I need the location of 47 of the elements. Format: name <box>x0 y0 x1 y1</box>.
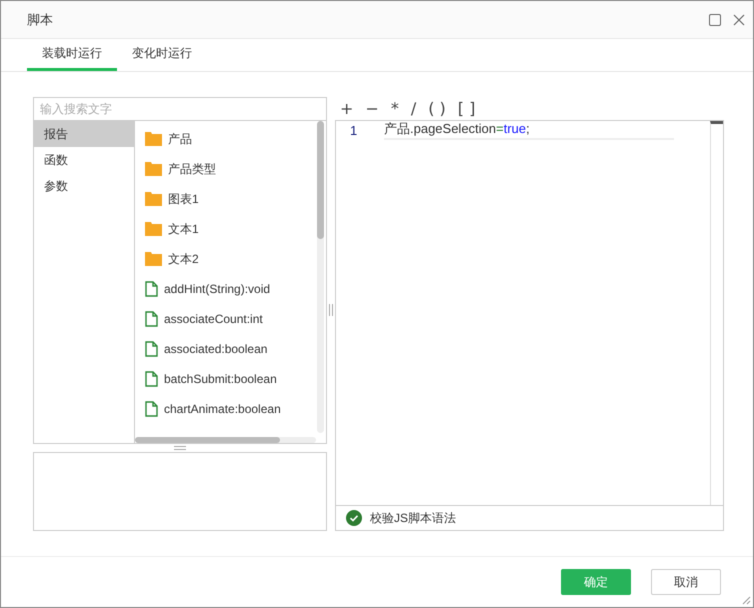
file-icon <box>145 281 158 297</box>
operator-button[interactable]: − <box>360 99 384 118</box>
splitter-handle[interactable] <box>329 304 333 316</box>
tab[interactable]: 装载时运行 <box>27 39 117 71</box>
check-icon[interactable] <box>346 510 362 526</box>
folder-icon <box>145 252 162 266</box>
vertical-scrollbar[interactable] <box>710 121 723 505</box>
member-item[interactable]: 文本2 <box>168 250 199 268</box>
folder-icon <box>145 132 162 146</box>
resize-grip-icon[interactable] <box>741 595 751 605</box>
cancel-button[interactable]: 取消 <box>651 569 721 595</box>
category-item[interactable]: 参数 <box>34 173 134 199</box>
member-item[interactable]: 文本1 <box>168 220 199 238</box>
operator-button[interactable]: [ ] <box>452 99 480 118</box>
code-editor[interactable]: 1 产品.pageSelection=true; 校验JS脚本语法 <box>335 120 724 531</box>
member-item[interactable]: 产品 <box>168 130 192 148</box>
folder-icon <box>145 222 162 236</box>
member-item[interactable]: associated:boolean <box>164 342 268 356</box>
horizontal-scrollbar[interactable] <box>135 437 316 443</box>
line-number: 1 <box>349 122 358 138</box>
file-icon <box>145 371 158 387</box>
member-item[interactable]: 图表1 <box>168 190 199 208</box>
tab[interactable]: 变化时运行 <box>117 39 207 71</box>
vertical-scrollbar[interactable] <box>317 121 324 433</box>
member-item[interactable]: addHint(String):void <box>164 282 270 296</box>
file-icon <box>145 401 158 417</box>
operator-button[interactable]: ( ) <box>423 99 451 118</box>
description-box[interactable] <box>33 452 327 531</box>
operator-button[interactable]: + <box>335 99 358 118</box>
operator-button[interactable]: / <box>406 99 422 118</box>
operator-button[interactable]: * <box>386 99 404 118</box>
validate-label: 校验JS脚本语法 <box>370 510 456 526</box>
folder-icon <box>145 162 162 176</box>
window-title: 脚本 <box>27 10 53 28</box>
maximize-icon[interactable] <box>709 14 721 26</box>
code-line: 产品.pageSelection=true; <box>384 120 674 140</box>
file-icon <box>145 341 158 357</box>
member-item[interactable]: 产品类型 <box>168 160 216 178</box>
category-item[interactable]: 报告 <box>34 121 134 147</box>
member-item[interactable]: batchSubmit:boolean <box>164 372 277 386</box>
file-icon <box>145 311 158 327</box>
folder-icon <box>145 192 162 206</box>
resize-handle[interactable] <box>174 446 186 450</box>
close-icon[interactable] <box>733 14 745 26</box>
member-item[interactable]: chartAnimate:boolean <box>164 402 281 416</box>
member-item[interactable]: associateCount:int <box>164 312 263 326</box>
category-item[interactable]: 函数 <box>34 147 134 173</box>
